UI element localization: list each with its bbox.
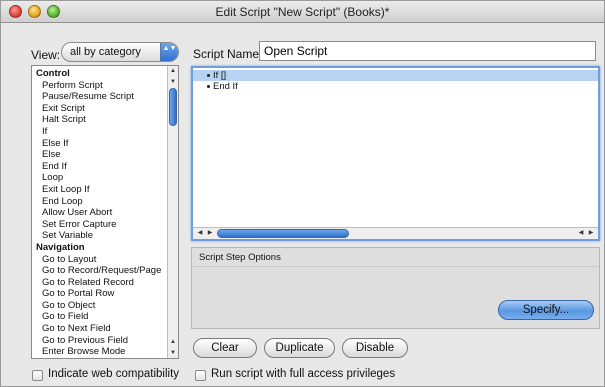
script-editor[interactable]: If [] End If ◀ ▶ ◀ ▶ (191, 66, 600, 241)
steps-vertical-scrollbar[interactable]: ▲ ▼ ▲ ▼ (167, 66, 178, 358)
script-name-label: Script Name: (193, 47, 263, 61)
steps-list-item[interactable]: Go to Portal Row (36, 288, 168, 300)
script-line[interactable]: If [] (193, 70, 598, 81)
steps-category: Control (36, 68, 70, 79)
step-bullet-icon (207, 85, 210, 88)
steps-list-item[interactable]: Halt Script (36, 114, 168, 126)
script-step-options-label: Script Step Options (199, 252, 281, 263)
steps-list-item[interactable]: Go to Object (36, 300, 168, 312)
disable-button[interactable]: Disable (342, 338, 408, 358)
steps-list-item[interactable]: Else If (36, 138, 168, 150)
steps-list-item[interactable]: If (36, 126, 168, 138)
steps-list-item[interactable]: Else (36, 149, 168, 161)
web-compat-label: Indicate web compatibility (48, 368, 180, 380)
steps-list-item[interactable]: End Loop (36, 196, 168, 208)
steps-list-items: Control Perform Script Pause/Resume Script… (32, 66, 168, 358)
script-steps-list[interactable]: Control Perform Script Pause/Resume Script… (31, 65, 179, 359)
steps-list-item[interactable]: Go to Record/Request/Page (36, 265, 168, 277)
step-bullet-icon (207, 74, 210, 77)
scroll-down-icon[interactable]: ▼ (168, 77, 178, 87)
steps-list-item[interactable]: Go to Layout (36, 254, 168, 266)
scroll-left-icon[interactable]: ◀ (195, 228, 205, 239)
web-compat-checkbox[interactable] (32, 370, 43, 381)
script-line-text: End If (213, 81, 238, 92)
steps-list-item[interactable]: Allow User Abort (36, 207, 168, 219)
view-selected-value: all by category (70, 46, 141, 58)
scroll-left-end-icon[interactable]: ◀ (576, 228, 586, 239)
clear-button[interactable]: Clear (193, 338, 257, 358)
script-line[interactable]: End If (193, 81, 598, 92)
steps-list-item[interactable]: Go to Related Record (36, 277, 168, 289)
view-label: View: (31, 48, 61, 62)
scroll-right-icon[interactable]: ▶ (205, 228, 215, 239)
full-access-checkbox[interactable] (195, 370, 206, 381)
steps-list-item[interactable]: Go to Field (36, 311, 168, 323)
duplicate-button[interactable]: Duplicate (264, 338, 335, 358)
script-step-options-panel: Script Step Options Specify... (191, 247, 600, 329)
options-divider (192, 266, 599, 267)
steps-list-item[interactable]: Enter Browse Mode (36, 346, 168, 358)
steps-list-item[interactable]: Pause/Resume Script (36, 91, 168, 103)
steps-list-item[interactable]: Exit Loop If (36, 184, 168, 196)
script-name-input[interactable] (259, 41, 596, 61)
steps-list-item[interactable]: Go to Previous Field (36, 335, 168, 347)
edit-script-window: Edit Script "New Script" (Books)* View: … (0, 0, 605, 387)
scroll-right-end-icon[interactable]: ▶ (586, 228, 596, 239)
scroll-up-bottom-icon[interactable]: ▲ (168, 337, 178, 347)
steps-list-item[interactable]: Perform Script (36, 80, 168, 92)
steps-list-item[interactable]: Exit Script (36, 103, 168, 115)
steps-list-item[interactable]: End If (36, 161, 168, 173)
script-line-text: If [] (213, 70, 227, 81)
title-bar[interactable]: Edit Script "New Script" (Books)* (1, 1, 604, 23)
steps-scroll-thumb[interactable] (169, 88, 177, 126)
editor-scroll-thumb[interactable] (217, 229, 349, 238)
select-arrows-icon: ▲▼ (160, 43, 178, 61)
scroll-up-icon[interactable]: ▲ (168, 66, 178, 76)
specify-button[interactable]: Specify... (498, 300, 594, 320)
steps-category: Navigation (36, 241, 85, 253)
steps-list-item[interactable]: Go to Next Field (36, 323, 168, 335)
steps-list-item[interactable]: Set Error Capture (36, 219, 168, 231)
steps-list-item[interactable]: Loop (36, 172, 168, 184)
steps-list-item[interactable]: Set Variable (36, 230, 168, 242)
scroll-down-bottom-icon[interactable]: ▼ (168, 348, 178, 358)
full-access-label: Run script with full access privileges (211, 368, 396, 380)
view-select[interactable]: all by category ▲▼ (61, 42, 179, 62)
window-title: Edit Script "New Script" (Books)* (215, 5, 390, 19)
editor-horizontal-scrollbar[interactable]: ◀ ▶ ◀ ▶ (193, 227, 598, 239)
